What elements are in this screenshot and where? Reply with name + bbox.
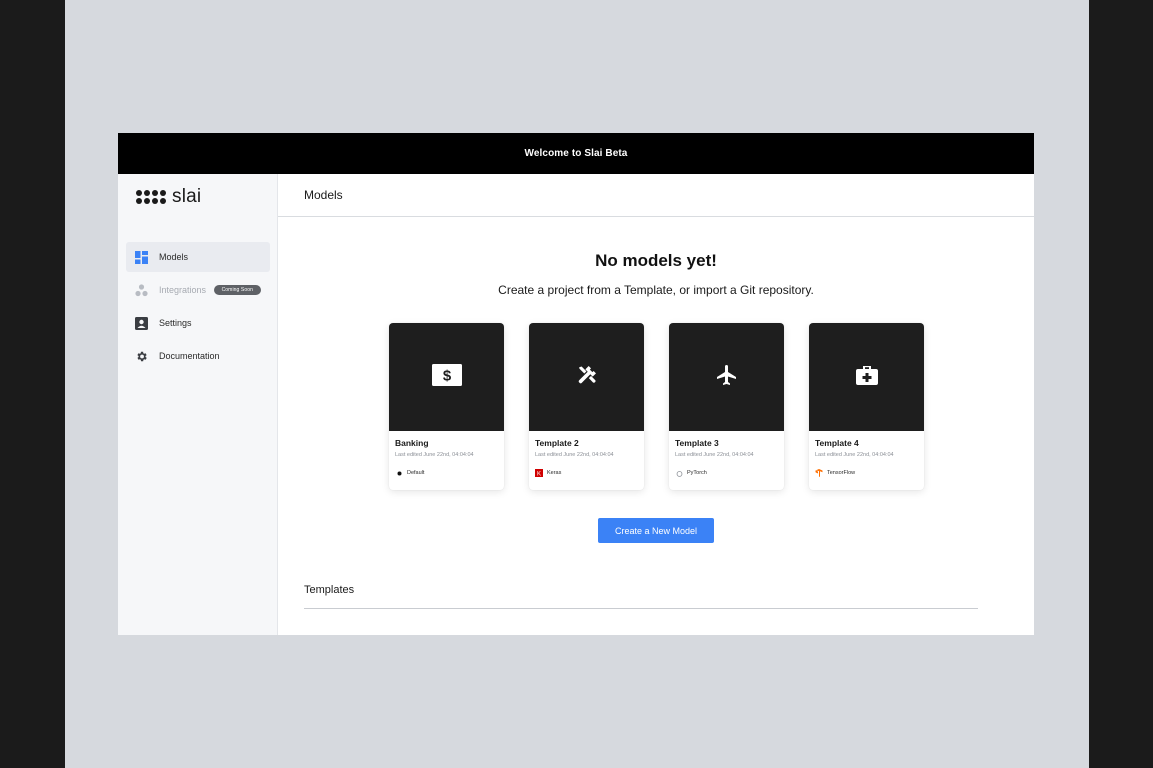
- coming-soon-badge: Coming Soon: [213, 285, 261, 295]
- sidebar-item-label: Settings: [159, 318, 192, 328]
- page-title: Models: [278, 174, 1034, 217]
- template-card-banking[interactable]: $ Banking Last edited June 22nd, 04:04:0…: [389, 323, 504, 490]
- pytorch-icon: [675, 469, 683, 477]
- money-icon: $: [431, 363, 462, 391]
- card-thumbnail: [529, 323, 644, 431]
- card-framework: K Keras: [535, 469, 638, 477]
- sidebar-item-documentation[interactable]: Documentation: [126, 341, 270, 371]
- card-title: Banking: [395, 438, 429, 448]
- card-framework: PyTorch: [675, 469, 778, 477]
- empty-state-title: No models yet!: [595, 251, 717, 270]
- tensorflow-icon: [815, 469, 823, 477]
- framework-label: Default: [407, 470, 425, 476]
- app-window: Welcome to Slai Beta slai Models Integra…: [118, 133, 1034, 635]
- templates-heading: Templates: [304, 584, 978, 609]
- gear-icon: [135, 350, 148, 363]
- banner-text: Welcome to Slai Beta: [524, 148, 628, 159]
- sidebar-nav: Models Integrations Coming Soon Settings…: [126, 242, 270, 374]
- sidebar-item-label: Integrations: [159, 285, 207, 295]
- sidebar-item-models[interactable]: Models: [126, 242, 270, 272]
- template-card-template-3[interactable]: Template 3 Last edited June 22nd, 04:04:…: [669, 323, 784, 490]
- card-date: Last edited June 22nd, 04:04:04: [395, 452, 474, 458]
- framework-label: PyTorch: [687, 470, 707, 476]
- svg-text:$: $: [442, 367, 451, 384]
- template-card-template-4[interactable]: Template 4 Last edited June 22nd, 04:04:…: [809, 323, 924, 490]
- svg-text:K: K: [537, 471, 541, 477]
- main-content: Models No models yet! Create a project f…: [278, 174, 1034, 635]
- sidebar-item-integrations[interactable]: Integrations Coming Soon: [126, 275, 270, 305]
- medical-kit-icon: [855, 365, 878, 390]
- card-framework: TensorFlow: [815, 469, 918, 477]
- card-title: Template 3: [675, 438, 719, 448]
- card-date: Last edited June 22nd, 04:04:04: [535, 452, 614, 458]
- logo-dots-icon: [136, 190, 166, 204]
- framework-label: TensorFlow: [827, 470, 856, 476]
- integrations-icon: [135, 283, 148, 297]
- card-thumbnail: [669, 323, 784, 431]
- page-background: Welcome to Slai Beta slai Models Integra…: [65, 0, 1089, 768]
- dashboard-icon: [135, 250, 148, 264]
- keras-icon: K: [535, 469, 543, 477]
- logo[interactable]: slai: [136, 186, 201, 208]
- framework-label: Keras: [547, 470, 562, 476]
- sidebar-item-label: Models: [159, 252, 189, 262]
- card-date: Last edited June 22nd, 04:04:04: [675, 452, 754, 458]
- card-framework: Default: [395, 469, 498, 477]
- sidebar-item-settings[interactable]: Settings: [126, 308, 270, 338]
- account-box-icon: [135, 316, 148, 330]
- default-framework-icon: [395, 469, 403, 477]
- template-cards: $ Banking Last edited June 22nd, 04:04:0…: [389, 323, 924, 490]
- card-title: Template 4: [815, 438, 859, 448]
- create-new-model-button[interactable]: Create a New Model: [598, 518, 714, 543]
- card-thumbnail: $: [389, 323, 504, 431]
- card-title: Template 2: [535, 438, 579, 448]
- tools-icon: [576, 364, 598, 391]
- app-body: slai Models Integrations Coming Soon Set…: [118, 174, 1034, 635]
- airplane-icon: [715, 363, 739, 392]
- sidebar-item-label: Documentation: [159, 351, 220, 361]
- empty-state-subtitle: Create a project from a Template, or imp…: [498, 283, 814, 297]
- logo-text: slai: [172, 186, 202, 207]
- sidebar: slai Models Integrations Coming Soon Set…: [118, 174, 278, 635]
- welcome-banner: Welcome to Slai Beta: [118, 133, 1034, 174]
- card-date: Last edited June 22nd, 04:04:04: [815, 452, 894, 458]
- card-thumbnail: [809, 323, 924, 431]
- template-card-template-2[interactable]: Template 2 Last edited June 22nd, 04:04:…: [529, 323, 644, 490]
